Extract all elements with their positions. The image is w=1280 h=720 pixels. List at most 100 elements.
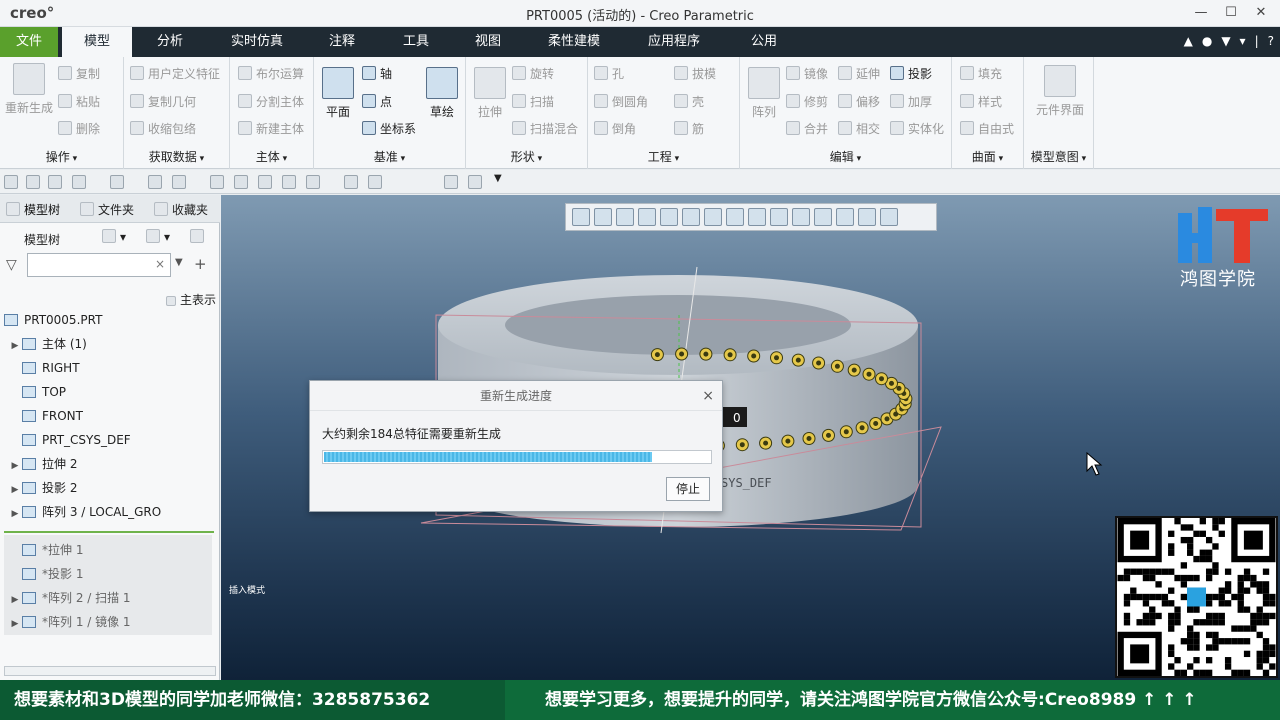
tab-common[interactable]: 公用 [734, 27, 794, 57]
view-manager-icon[interactable] [704, 208, 722, 226]
axis-small-icon[interactable] [282, 175, 296, 189]
group-label-body[interactable]: 主体 [230, 148, 313, 165]
point-small-icon[interactable] [306, 175, 320, 189]
chamfer-button[interactable]: 倒角 [594, 120, 636, 137]
point-button[interactable]: 点 [362, 93, 392, 110]
paste-button[interactable]: 粘贴 [58, 93, 100, 110]
project-button[interactable]: 投影 [890, 65, 932, 82]
hole-button[interactable]: 孔 [594, 65, 624, 82]
copy-button[interactable]: 复制 [58, 65, 100, 82]
freestyle-button[interactable]: 自由式 [960, 120, 1014, 137]
new-body-button[interactable]: 新建主体 [238, 120, 304, 137]
perspective-icon[interactable] [814, 208, 832, 226]
plane-small-icon[interactable] [258, 175, 272, 189]
learn-icon[interactable]: ▼ [1221, 34, 1230, 48]
pause-icon[interactable] [858, 208, 876, 226]
trim-button[interactable]: 修剪 [786, 93, 828, 110]
filter-dropdown-icon[interactable]: ▼ [175, 257, 183, 268]
boolean-button[interactable]: 布尔运算 [238, 65, 304, 82]
expand-icon[interactable]: ▶ [8, 613, 22, 635]
round-button[interactable]: 倒圆角 [594, 93, 648, 110]
group-label-editing[interactable]: 编辑 [740, 148, 951, 165]
mirror-button[interactable]: 镜像 [786, 65, 828, 82]
dimension-label[interactable]: 0 [733, 411, 741, 425]
show-icon[interactable]: ▾ [146, 229, 170, 244]
extrude-button[interactable]: 拉伸 [470, 67, 510, 120]
sweep-button[interactable]: 扫描 [512, 93, 554, 110]
sketch-button[interactable]: 草绘 [422, 67, 462, 120]
appearance-icon[interactable] [836, 208, 854, 226]
tab-applications[interactable]: 应用程序 [636, 27, 712, 57]
group-label-operations[interactable]: 操作 [0, 148, 123, 165]
datum-display-icon[interactable] [726, 208, 744, 226]
extend-button[interactable]: 延伸 [838, 65, 880, 82]
save-icon[interactable] [48, 175, 62, 189]
thicken-button[interactable]: 加厚 [890, 93, 932, 110]
spin-center-icon[interactable] [770, 208, 788, 226]
annotation-display-icon[interactable] [748, 208, 766, 226]
plane-button[interactable]: 平面 [318, 67, 358, 120]
axis-button[interactable]: 轴 [362, 65, 392, 82]
undo-icon[interactable] [72, 175, 86, 189]
tab-folder-browser[interactable]: 文件夹 [80, 201, 134, 218]
pattern-button[interactable]: 阵列 [744, 67, 784, 120]
tab-favorites[interactable]: 收藏夹 [154, 201, 208, 218]
tree-item-top[interactable]: TOP [22, 381, 66, 403]
tab-tools[interactable]: 工具 [386, 27, 446, 57]
group-label-intent[interactable]: 模型意图 [1024, 148, 1093, 165]
tree-item-csys[interactable]: PRT_CSYS_DEF [22, 429, 131, 451]
csys-small-icon[interactable] [234, 175, 248, 189]
redo-icon[interactable] [110, 175, 124, 189]
delete-button[interactable]: 删除 [58, 120, 100, 137]
zoom-in-icon[interactable] [594, 208, 612, 226]
tree-item-extrude1[interactable]: *拉伸 1 [22, 539, 83, 561]
fill-button[interactable]: 填充 [960, 65, 1002, 82]
tree-horizontal-scrollbar[interactable] [4, 666, 216, 676]
tab-analysis[interactable]: 分析 [140, 27, 200, 57]
maximize-button[interactable]: ☐ [1220, 3, 1242, 23]
notification-icon[interactable]: ● [1202, 34, 1212, 48]
help-icon[interactable]: ? [1268, 34, 1274, 48]
tree-item-project1[interactable]: *投影 1 [22, 563, 83, 585]
refit-icon[interactable] [572, 208, 590, 226]
regenerate-button[interactable]: 重新生成 [4, 63, 54, 116]
tree-item-bodies[interactable]: ▶ 主体 (1) [8, 333, 87, 355]
tree-filter-icon[interactable] [190, 229, 208, 244]
copy-geometry-button[interactable]: 复制几何 [130, 93, 196, 110]
tree-item-project2[interactable]: ▶ 投影 2 [8, 477, 78, 501]
split-body-button[interactable]: 分割主体 [238, 93, 304, 110]
draft-button[interactable]: 拔模 [674, 65, 716, 82]
open-icon[interactable] [26, 175, 40, 189]
tree-item-part[interactable]: PRT0005.PRT [4, 309, 102, 331]
tab-file[interactable]: 文件 [0, 27, 58, 57]
close-window-icon[interactable] [210, 175, 224, 189]
intersect-button[interactable]: 相交 [838, 120, 880, 137]
windows-icon[interactable] [172, 175, 186, 189]
tree-item-pattern2[interactable]: ▶ *阵列 2 / 扫描 1 [8, 587, 131, 609]
expand-icon[interactable]: ▶ [8, 455, 22, 477]
expand-icon[interactable]: ▶ [8, 503, 22, 525]
saved-orientations-icon[interactable] [682, 208, 700, 226]
extrude-small-icon[interactable] [368, 175, 382, 189]
zoom-out-icon[interactable] [616, 208, 634, 226]
tree-item-pattern3[interactable]: ▶ 阵列 3 / LOCAL_GRO [8, 501, 162, 525]
revolve-button[interactable]: 旋转 [512, 65, 554, 82]
collapse-icon[interactable]: ▲ [1184, 34, 1193, 48]
add-icon[interactable]: + [194, 255, 207, 273]
expand-icon[interactable]: ▶ [8, 589, 22, 611]
tree-item-pattern1[interactable]: ▶ *阵列 1 / 镜像 1 [8, 611, 131, 633]
group-label-getdata[interactable]: 获取数据 [124, 148, 229, 165]
stop-button[interactable]: 停止 [666, 477, 710, 501]
new-icon[interactable] [4, 175, 18, 189]
csys-button[interactable]: 坐标系 [362, 120, 416, 137]
close-button[interactable]: ✕ [1250, 3, 1272, 23]
settings-icon[interactable]: ▾ [102, 229, 126, 244]
expand-icon[interactable]: ▶ [8, 479, 22, 501]
repaint-icon[interactable] [638, 208, 656, 226]
style-button[interactable]: 样式 [960, 93, 1002, 110]
swept-blend-button[interactable]: 扫描混合 [512, 120, 578, 137]
tab-model[interactable]: 模型 [62, 27, 132, 57]
sketch-small-icon[interactable] [344, 175, 358, 189]
offset-button[interactable]: 偏移 [838, 93, 880, 110]
more-icon[interactable]: ▾ [1240, 34, 1246, 48]
